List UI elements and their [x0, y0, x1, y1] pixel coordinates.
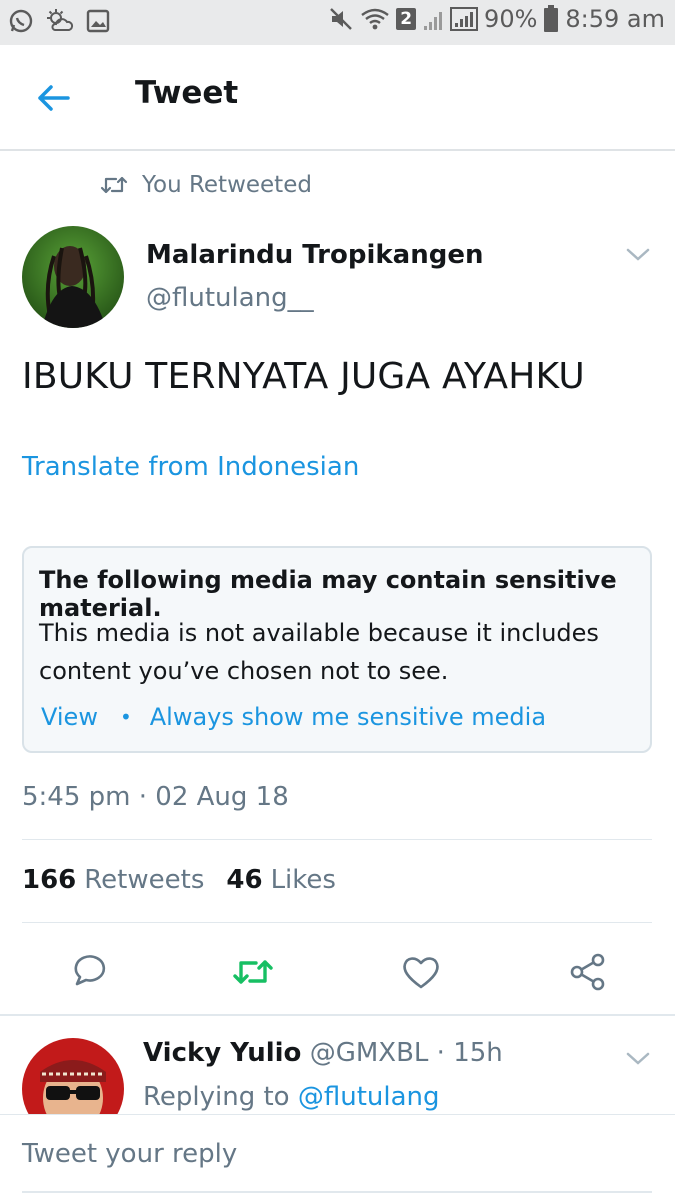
tweet-text: IBUKU TERNYATA JUGA AYAHKU [22, 356, 585, 397]
like-button[interactable] [399, 950, 443, 994]
likes-count[interactable]: 46 [226, 865, 262, 895]
arrow-left-icon [38, 85, 70, 111]
app-bar: Tweet [0, 45, 675, 151]
reply-meta: @GMXBL · 15h [309, 1038, 503, 1068]
avatar-image [22, 226, 124, 328]
share-icon [570, 953, 605, 991]
author-avatar[interactable] [22, 226, 124, 328]
tweet-actions [0, 942, 675, 1002]
tweet-timestamp: 5:45 pm · 02 Aug 18 [22, 782, 289, 812]
clock: 8:59 am [565, 5, 665, 33]
divider [22, 922, 652, 923]
reply-avatar[interactable] [22, 1038, 124, 1114]
retweets-label[interactable]: Retweets [84, 865, 204, 895]
status-bar: 2 90% 8:59 am [0, 0, 675, 45]
reply-menu-button[interactable] [621, 1042, 655, 1076]
reply-icon [74, 955, 106, 986]
reply-input[interactable]: Tweet your reply [22, 1139, 237, 1169]
reply-composer[interactable]: Tweet your reply [0, 1114, 675, 1200]
likes-label[interactable]: Likes [271, 865, 336, 895]
author-handle[interactable]: @flutulang__ [146, 283, 314, 313]
reply-tweet[interactable]: Vicky Yulio @GMXBL · 15h Replying to @fl… [0, 1016, 675, 1114]
sensitive-body: This media is not available because it i… [39, 619, 599, 685]
wifi-icon [361, 8, 389, 30]
sim-badge: 2 [396, 8, 417, 30]
chevron-down-icon [626, 248, 650, 261]
battery-icon [544, 5, 559, 32]
heart-icon [403, 957, 439, 989]
always-show-sensitive-link[interactable]: Always show me sensitive media [150, 703, 546, 731]
reply-author-name[interactable]: Vicky Yulio [143, 1038, 301, 1068]
retweet-context-label: You Retweeted [142, 172, 312, 198]
reply-header: Vicky Yulio @GMXBL · 15h [143, 1038, 503, 1068]
divider [22, 839, 652, 840]
separator-dot: • [119, 705, 132, 729]
retweet-icon [100, 176, 128, 194]
signal-icon-2 [450, 7, 479, 31]
mute-icon [330, 8, 353, 30]
chevron-down-icon [626, 1052, 650, 1065]
tweet-menu-button[interactable] [621, 238, 655, 272]
replying-to-handle[interactable]: @flutulang [298, 1082, 440, 1112]
sensitive-media-notice: The following media may contain sensitiv… [22, 546, 652, 753]
retweet-button[interactable] [231, 950, 275, 994]
weather-icon [47, 9, 74, 31]
share-button[interactable] [566, 950, 610, 994]
gallery-icon [86, 9, 110, 33]
replying-to-prefix: Replying to [143, 1082, 290, 1112]
status-left-icons [8, 8, 110, 34]
back-button[interactable] [28, 73, 78, 123]
page-title: Tweet [135, 75, 239, 111]
battery-percent: 90% [484, 5, 538, 33]
reply-avatar-image [22, 1038, 124, 1114]
reply-button[interactable] [66, 950, 110, 994]
view-media-link[interactable]: View [41, 703, 98, 731]
signal-icon-1 [424, 12, 443, 30]
whatsapp-icon [9, 9, 33, 33]
translate-link[interactable]: Translate from Indonesian [22, 452, 359, 482]
sensitive-actions: View • Always show me sensitive media [41, 703, 546, 731]
retweet-icon [233, 960, 273, 984]
replying-to: Replying to @flutulang [143, 1082, 440, 1112]
tweet-stats: 166 Retweets 46 Likes [22, 865, 358, 895]
retweet-context: You Retweeted [100, 172, 312, 198]
reply-input-underline [22, 1191, 652, 1193]
status-right-icons: 2 90% 8:59 am [328, 5, 665, 33]
author-name[interactable]: Malarindu Tropikangen [146, 240, 483, 270]
retweets-count[interactable]: 166 [22, 865, 76, 895]
